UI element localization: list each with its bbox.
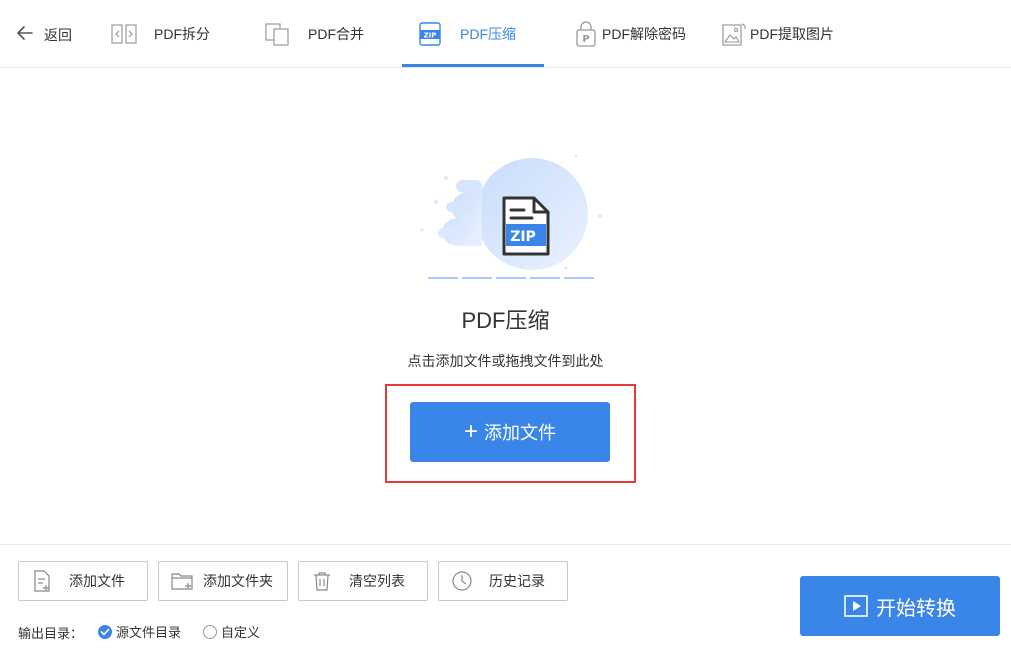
play-icon: [844, 595, 868, 617]
image-icon: [722, 23, 746, 46]
add-file-button[interactable]: + 添加文件: [410, 402, 610, 462]
radio-checked-icon: [98, 624, 112, 639]
start-convert-button[interactable]: 开始转换: [800, 576, 1000, 636]
bottom-toolbar: 添加文件 添加文件夹 清空列表 历史记录 输出目录： 源文件目录 自定义 开始转…: [0, 544, 1011, 656]
svg-text:ZIP: ZIP: [424, 32, 437, 40]
tab-pdf-unlock[interactable]: P PDF解除密码: [572, 0, 686, 68]
merge-icon: [265, 23, 289, 46]
tab-pdf-split[interactable]: PDF拆分: [110, 0, 210, 68]
radio-label: 自定义: [221, 625, 261, 640]
tab-pdf-merge[interactable]: PDF合并: [264, 0, 364, 68]
tab-pdf-extract-images[interactable]: PDF提取图片: [720, 0, 834, 68]
arrow-left-icon: [17, 26, 33, 40]
plus-icon: +: [463, 418, 478, 445]
back-label: 返回: [44, 27, 72, 43]
split-icon: [111, 24, 137, 44]
start-convert-label: 开始转换: [876, 597, 956, 620]
tab-pdf-compress[interactable]: ZIP PDF压缩: [416, 0, 516, 68]
svg-text:P: P: [582, 34, 589, 45]
tab-label: PDF压缩: [460, 26, 516, 42]
page-title: PDF压缩: [461, 308, 550, 333]
radio-unchecked-icon: [203, 624, 217, 639]
clock-icon: [452, 571, 472, 591]
add-file-label: 添加文件: [484, 423, 556, 443]
active-tab-indicator: [402, 64, 544, 67]
trash-icon: [314, 572, 330, 591]
output-directory-label: 输出目录：: [18, 626, 84, 641]
zip-file-illustration: ZIP: [420, 154, 602, 279]
toolbar-history-button[interactable]: 历史记录: [438, 561, 568, 601]
toolbar-button-label: 添加文件夹: [203, 573, 273, 589]
toolbar-add-file-button[interactable]: 添加文件: [18, 561, 148, 601]
add-file-icon: [34, 570, 50, 592]
tab-label: PDF拆分: [154, 26, 210, 42]
top-bar: 返回 PDF拆分 PDF合并 ZIP PDF压缩 P PDF解除密码 PDF提取…: [0, 0, 1011, 68]
back-button[interactable]: 返回: [14, 20, 72, 46]
toolbar-button-label: 添加文件: [69, 573, 125, 589]
password-icon: P: [576, 21, 596, 47]
toolbar-button-label: 历史记录: [489, 573, 545, 589]
toolbar-add-folder-button[interactable]: 添加文件夹: [158, 561, 288, 601]
toolbar-button-label: 清空列表: [349, 573, 405, 589]
tab-label: PDF解除密码: [602, 26, 686, 42]
tab-label: PDF合并: [308, 26, 364, 42]
tab-label: PDF提取图片: [750, 26, 834, 42]
zip-label: ZIP: [510, 229, 536, 245]
radio-label: 源文件目录: [116, 625, 182, 640]
radio-source-directory[interactable]: 源文件目录: [98, 622, 181, 641]
toolbar-clear-list-button[interactable]: 清空列表: [298, 561, 428, 601]
radio-custom-directory[interactable]: 自定义: [203, 622, 260, 641]
zip-icon: ZIP: [419, 22, 441, 46]
drop-hint: 点击添加文件或拖拽文件到此处: [407, 353, 604, 369]
add-folder-icon: [171, 573, 193, 590]
